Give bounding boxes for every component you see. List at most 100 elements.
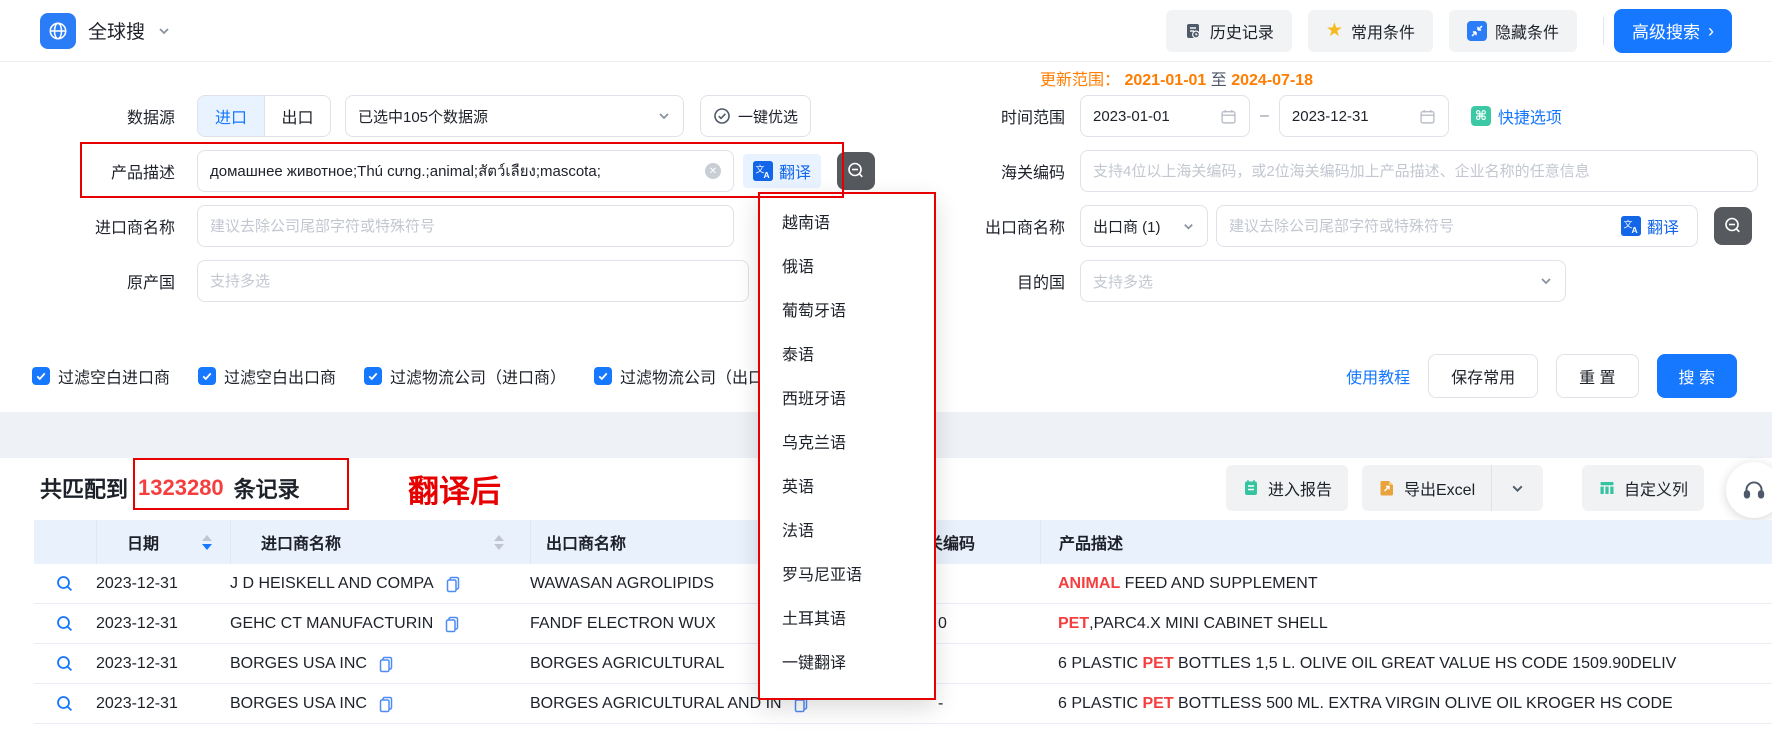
- exact-search-toggle[interactable]: [837, 152, 875, 190]
- svg-text:A: A: [1631, 225, 1637, 235]
- history-button[interactable]: 历史记录: [1166, 10, 1292, 52]
- exporter-translate-button[interactable]: 文 A 翻译: [1615, 209, 1685, 243]
- product-desc-input[interactable]: [210, 163, 705, 180]
- copy-icon[interactable]: [444, 575, 462, 593]
- sort-date[interactable]: [202, 535, 212, 550]
- origin-country-field[interactable]: [197, 260, 749, 302]
- header-importer-label: 进口商名称: [261, 530, 341, 554]
- clear-icon[interactable]: ✕: [705, 163, 721, 179]
- chevron-right-icon: ›: [1708, 22, 1714, 40]
- translate-button[interactable]: 文 A 翻译: [743, 154, 821, 188]
- importer-row: 进口商名称: [40, 205, 734, 247]
- hs-code-field[interactable]: [1080, 150, 1758, 192]
- exporter-type-select[interactable]: 出口商 (1): [1080, 205, 1208, 247]
- date-end-input[interactable]: [1292, 108, 1411, 125]
- hs-code-input[interactable]: [1093, 163, 1745, 180]
- row-detail-search-icon[interactable]: [55, 654, 75, 674]
- date-separator: –: [1260, 107, 1269, 125]
- lang-option-thai[interactable]: 泰语: [760, 334, 934, 378]
- importer-field[interactable]: [197, 205, 734, 247]
- command-icon: ⌘: [1471, 106, 1491, 126]
- lang-option-vietnamese[interactable]: 越南语: [760, 202, 934, 246]
- update-range-start: 2021-01-01: [1124, 72, 1206, 89]
- cell-importer: BORGES USA INC: [230, 695, 367, 713]
- row-detail-search-icon[interactable]: [55, 614, 75, 634]
- update-range-label: 更新范围：: [1040, 72, 1120, 89]
- excel-file-icon: [1378, 479, 1396, 497]
- translate-label: 翻译: [779, 159, 811, 183]
- cell-exporter: WAWASAN AGROLIPIDS: [530, 575, 714, 593]
- data-source-select[interactable]: 已选中105个数据源: [345, 95, 684, 137]
- global-search-page: 全球搜 历史记录 ★ 常用条件: [0, 0, 1772, 746]
- lang-option-portuguese[interactable]: 葡萄牙语: [760, 290, 934, 334]
- time-range-label: 时间范围: [925, 104, 1065, 128]
- update-range-end: 2024-07-18: [1231, 72, 1313, 89]
- origin-country-input[interactable]: [210, 273, 736, 290]
- lang-option-french[interactable]: 法语: [760, 510, 934, 554]
- date-start-field[interactable]: [1080, 95, 1250, 137]
- date-start-input[interactable]: [1093, 108, 1212, 125]
- shortcut-options-button[interactable]: ⌘ 快捷选项: [1471, 104, 1562, 128]
- lang-option-romanian[interactable]: 罗马尼亚语: [760, 554, 934, 598]
- exporter-field[interactable]: 文 A 翻译: [1216, 205, 1698, 247]
- exporter-input[interactable]: [1229, 218, 1615, 235]
- favorites-button[interactable]: ★ 常用条件: [1308, 10, 1433, 52]
- lang-option-russian[interactable]: 俄语: [760, 246, 934, 290]
- exporter-exact-search-toggle[interactable]: [1714, 207, 1752, 245]
- translate-label: 翻译: [1647, 214, 1679, 238]
- toggle-import[interactable]: 进口: [198, 96, 264, 136]
- checkbox-checked-icon[interactable]: [32, 367, 50, 385]
- checkbox-checked-icon[interactable]: [198, 367, 216, 385]
- hide-conditions-button[interactable]: 隐藏条件: [1449, 10, 1577, 52]
- search-button[interactable]: 搜 索: [1657, 354, 1737, 398]
- filter-blank-importer[interactable]: 过滤空白进口商: [32, 364, 170, 388]
- row-detail-search-icon[interactable]: [55, 694, 75, 714]
- date-end-field[interactable]: [1279, 95, 1449, 137]
- save-favorite-button[interactable]: 保存常用: [1428, 354, 1538, 398]
- dest-country-select[interactable]: 支持多选: [1080, 260, 1566, 302]
- lang-option-translate-all[interactable]: 一键翻译: [760, 642, 934, 686]
- collapse-icon: [1467, 21, 1487, 41]
- row-detail-search-icon[interactable]: [55, 574, 75, 594]
- report-icon: [1242, 479, 1260, 497]
- product-desc-field[interactable]: ✕: [197, 150, 734, 192]
- chevron-down-icon: [1539, 274, 1553, 288]
- globe-logo-icon: [40, 13, 76, 49]
- one-click-optimize-button[interactable]: 一键优选: [700, 95, 811, 137]
- chevron-down-icon[interactable]: [157, 24, 171, 38]
- export-excel-button[interactable]: 导出Excel: [1362, 465, 1491, 511]
- cell-importer: GEHC CT MANUFACTURIN: [230, 615, 433, 633]
- form-actions: 使用教程 保存常用 重 置 搜 索: [1346, 354, 1737, 398]
- calendar-icon: [1419, 108, 1436, 125]
- lang-option-english[interactable]: 英语: [760, 466, 934, 510]
- copy-icon[interactable]: [443, 615, 461, 633]
- hs-code-label: 海关编码: [925, 159, 1065, 183]
- export-options-caret[interactable]: [1491, 465, 1543, 511]
- dest-country-placeholder: 支持多选: [1093, 271, 1153, 292]
- cell-date: 2023-12-31: [96, 655, 230, 673]
- copy-icon[interactable]: [377, 655, 395, 673]
- lang-option-ukrainian[interactable]: 乌克兰语: [760, 422, 934, 466]
- filter-blank-exporter[interactable]: 过滤空白出口商: [198, 364, 336, 388]
- update-range: 更新范围： 2021-01-01 至 2024-07-18: [1040, 66, 1313, 90]
- importer-input[interactable]: [210, 218, 721, 235]
- lang-option-spanish[interactable]: 西班牙语: [760, 378, 934, 422]
- brand[interactable]: 全球搜: [40, 13, 171, 49]
- cell-importer: BORGES USA INC: [230, 655, 367, 673]
- checkbox-checked-icon[interactable]: [594, 367, 612, 385]
- shortcut-options-label: 快捷选项: [1498, 104, 1562, 128]
- cell-product-desc: PET,PARC4.X MINI CABINET SHELL: [1040, 615, 1772, 633]
- toggle-export[interactable]: 出口: [264, 96, 330, 136]
- custom-columns-button[interactable]: 自定义列: [1582, 465, 1704, 511]
- advanced-search-button[interactable]: 高级搜索 ›: [1614, 9, 1732, 53]
- tutorial-link[interactable]: 使用教程: [1346, 364, 1410, 388]
- filter-logistics-importer[interactable]: 过滤物流公司（进口商）: [364, 364, 566, 388]
- exporter-label: 出口商名称: [925, 214, 1065, 238]
- copy-icon[interactable]: [377, 695, 395, 713]
- checkbox-checked-icon[interactable]: [364, 367, 382, 385]
- lang-option-turkish[interactable]: 土耳其语: [760, 598, 934, 642]
- sort-importer[interactable]: [494, 535, 504, 550]
- hs-code-row: 海关编码: [925, 150, 1758, 192]
- reset-button[interactable]: 重 置: [1556, 354, 1638, 398]
- enter-report-button[interactable]: 进入报告: [1226, 465, 1348, 511]
